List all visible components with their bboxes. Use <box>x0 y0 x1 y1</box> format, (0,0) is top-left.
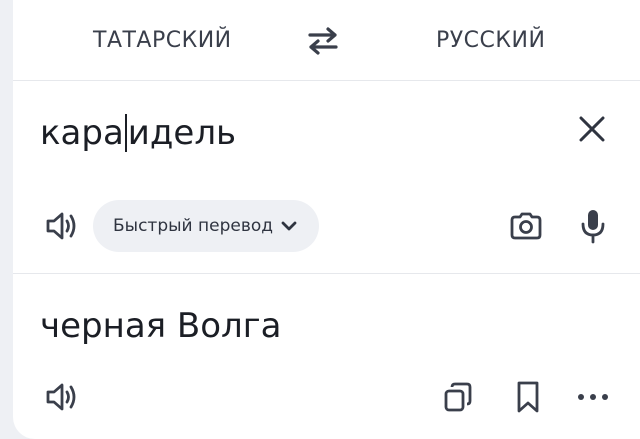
swap-arrows-icon <box>308 27 338 55</box>
text-cursor <box>124 114 127 152</box>
clear-input-button[interactable] <box>576 113 608 145</box>
translation-text: черная Волга <box>40 306 282 346</box>
quick-translate-toggle[interactable]: Быстрый перевод <box>93 200 319 252</box>
source-input-area[interactable]: кара идель Быстрый перевод <box>13 81 640 274</box>
speak-source-button[interactable] <box>42 206 82 246</box>
camera-button[interactable] <box>506 206 546 246</box>
source-text-after-cursor: идель <box>127 113 237 153</box>
copy-icon <box>444 382 472 412</box>
close-icon <box>579 116 605 142</box>
microphone-button[interactable] <box>573 206 613 246</box>
source-text-input[interactable]: кара идель <box>40 111 236 155</box>
microphone-icon <box>581 210 605 244</box>
speak-translation-button[interactable] <box>42 377 82 417</box>
target-language-button[interactable]: РУССКИЙ <box>436 28 545 53</box>
source-language-button[interactable]: ТАТАРСКИЙ <box>93 28 232 53</box>
translator-card: ТАТАРСКИЙ РУССКИЙ кара идель Быстрый пере… <box>13 0 640 439</box>
more-options-button[interactable] <box>573 377 613 417</box>
camera-icon <box>510 212 542 240</box>
source-text-before-cursor: кара <box>40 113 124 153</box>
quick-translate-label: Быстрый перевод <box>113 216 273 236</box>
chevron-down-icon <box>281 220 297 232</box>
language-bar: ТАТАРСКИЙ РУССКИЙ <box>13 0 640 81</box>
speaker-icon <box>46 212 76 240</box>
copy-button[interactable] <box>438 377 478 417</box>
swap-languages-button[interactable] <box>306 26 340 56</box>
speaker-icon <box>46 383 76 411</box>
translation-output-area: черная Волга <box>13 274 640 439</box>
bookmark-button[interactable] <box>508 377 548 417</box>
more-dots-icon <box>578 394 608 400</box>
bookmark-icon <box>517 381 539 413</box>
